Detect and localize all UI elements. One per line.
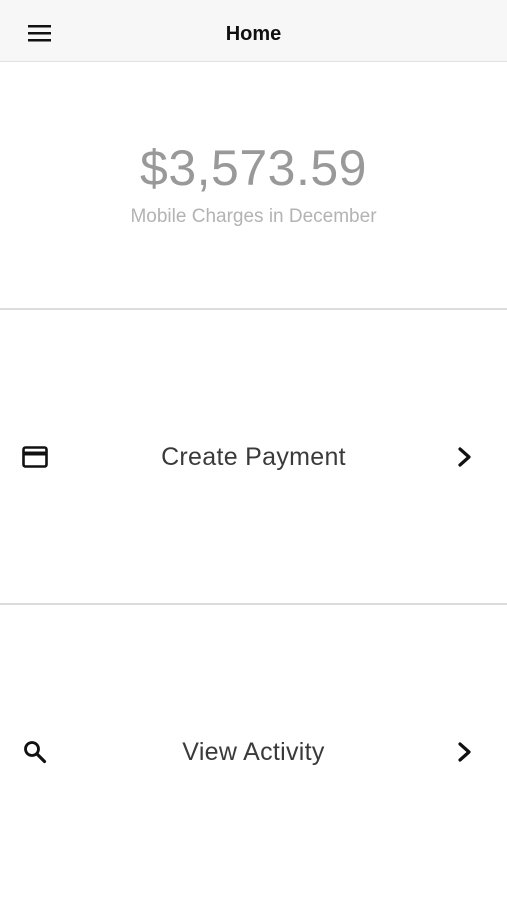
app-screen: Home $3,573.59 Mobile Charges in Decembe… [0,0,507,900]
chevron-right-icon [458,742,471,762]
view-activity-row[interactable]: View Activity [0,606,507,900]
top-bar: Home [0,0,507,62]
chevron-right-icon [458,447,471,467]
charges-summary: $3,573.59 Mobile Charges in December [0,62,507,310]
view-activity-label: View Activity [182,738,325,766]
create-payment-row[interactable]: Create Payment [0,310,507,605]
page-title: Home [225,23,282,45]
charges-amount: $3,573.59 [140,140,367,196]
create-payment-label: Create Payment [161,443,346,471]
charges-caption: Mobile Charges in December [130,206,377,227]
